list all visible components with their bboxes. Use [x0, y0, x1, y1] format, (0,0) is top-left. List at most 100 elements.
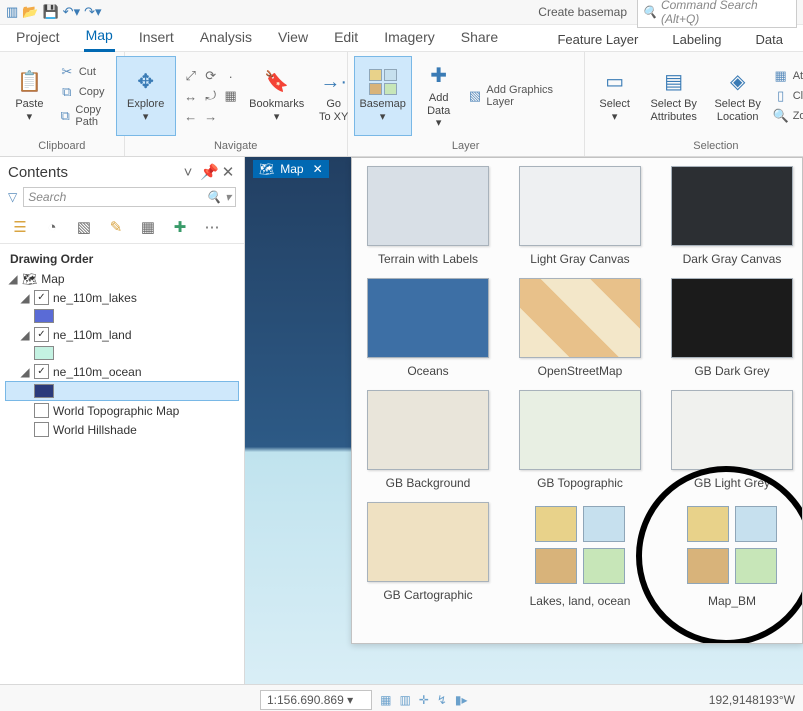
- tab-view[interactable]: View: [276, 25, 310, 51]
- tab-insert[interactable]: Insert: [137, 25, 176, 51]
- list-snapping-icon[interactable]: ▦: [138, 217, 158, 237]
- basemap-map-bm[interactable]: Map_BM: [668, 502, 796, 608]
- group-navigate: Navigate: [214, 138, 257, 156]
- checkbox[interactable]: [34, 422, 49, 437]
- basemap-gb-light[interactable]: GB Light Grey: [668, 390, 796, 490]
- basemap-gb-background[interactable]: GB Background: [364, 390, 492, 490]
- search-icon: 🔍: [642, 5, 657, 19]
- basemap-gallery: Terrain with Labels Light Gray Canvas Da…: [351, 157, 803, 644]
- paste-button[interactable]: 📋Paste▾: [6, 57, 53, 135]
- save-icon[interactable]: 💾: [42, 4, 58, 20]
- basemap-dark-gray[interactable]: Dark Gray Canvas: [668, 166, 796, 266]
- tree-symbol[interactable]: [6, 307, 238, 325]
- bookmarks-button[interactable]: 🔖Bookmarks▾: [246, 57, 308, 135]
- tab-imagery[interactable]: Imagery: [382, 25, 437, 51]
- cut-button[interactable]: ✂Cut: [57, 63, 118, 81]
- coordinates: 192,9148193°W: [709, 693, 795, 707]
- select-by-attributes-button[interactable]: ▤Select By Attributes: [643, 57, 705, 135]
- basemap-terrain-labels[interactable]: Terrain with Labels: [364, 166, 492, 266]
- new-project-icon[interactable]: ▥: [6, 4, 18, 20]
- map-view[interactable]: 🗺 Map ✕ Terrain with Labels Light Gray C…: [245, 157, 803, 684]
- attributes-button[interactable]: ▦Attributes: [771, 67, 803, 85]
- tab-map[interactable]: Map: [84, 23, 115, 52]
- basemap-light-gray[interactable]: Light Gray Canvas: [516, 166, 644, 266]
- group-layer: Layer: [452, 138, 480, 156]
- list-source-icon[interactable]: ◔: [42, 217, 62, 237]
- swatch: [34, 346, 54, 360]
- status-snap-icon[interactable]: ▥: [399, 693, 410, 707]
- contents-toolbar: ☰ ◔ ▧ ✎ ▦ ✚ ⋯: [0, 213, 244, 244]
- tree-layer[interactable]: ◢✓ne_110m_lakes: [6, 288, 238, 307]
- list-selection-icon[interactable]: ▧: [74, 217, 94, 237]
- undo-icon[interactable]: ↶▾: [63, 4, 80, 20]
- checkbox[interactable]: ✓: [34, 364, 49, 379]
- tree-layer[interactable]: ◢✓ne_110m_ocean: [6, 362, 238, 381]
- zoom-to-button[interactable]: 🔍Zoom To: [771, 107, 803, 125]
- select-by-location-button[interactable]: ◈Select By Location: [709, 57, 767, 135]
- basemap-osm[interactable]: OpenStreetMap: [516, 278, 644, 378]
- close-icon[interactable]: ✕: [310, 162, 326, 176]
- swatch: [34, 309, 54, 323]
- tab-project[interactable]: Project: [14, 25, 62, 51]
- basemap-gb-cartographic[interactable]: GB Cartographic: [364, 502, 492, 608]
- add-data-button[interactable]: ✚Add Data▾: [416, 57, 462, 135]
- tree-layer[interactable]: ◢World Topographic Map: [6, 401, 238, 420]
- status-constraints-icon[interactable]: ✛: [419, 693, 429, 707]
- list-drawing-order-icon[interactable]: ☰: [10, 217, 30, 237]
- select-button[interactable]: ▭Select▾: [591, 57, 639, 135]
- list-labeling-icon[interactable]: ✚: [170, 217, 190, 237]
- basemap-button[interactable]: Basemap▾: [354, 56, 412, 136]
- tree-symbol[interactable]: [6, 344, 238, 362]
- search-icon: 🔍: [206, 190, 221, 204]
- clear-button[interactable]: ▯Clear: [771, 87, 803, 105]
- basemap-gb-dark[interactable]: GB Dark Grey: [668, 278, 796, 378]
- list-editing-icon[interactable]: ✎: [106, 217, 126, 237]
- tab-analysis[interactable]: Analysis: [198, 25, 254, 51]
- tree-symbol[interactable]: [5, 381, 239, 401]
- tree-layer[interactable]: ◢World Hillshade: [6, 420, 238, 439]
- copy-path-button[interactable]: ⧉Copy Path: [57, 103, 118, 129]
- filter-icon[interactable]: ▽: [8, 190, 17, 204]
- add-graphics-layer-button[interactable]: ▧Add Graphics Layer: [466, 83, 578, 109]
- pane-pin-icon[interactable]: 📌: [200, 163, 216, 181]
- drawing-order-heading: Drawing Order: [0, 244, 244, 270]
- ctx-data[interactable]: Data: [750, 28, 789, 51]
- contents-search[interactable]: Search 🔍▾: [23, 187, 236, 207]
- command-search[interactable]: 🔍 Command Search (Alt+Q): [637, 0, 797, 28]
- scale-input[interactable]: 1:156.690.869 ▾: [260, 690, 372, 710]
- basemap-oceans[interactable]: Oceans: [364, 278, 492, 378]
- checkbox[interactable]: ✓: [34, 327, 49, 342]
- pane-menu-icon[interactable]: ˅: [180, 164, 196, 181]
- basemap-gb-topographic[interactable]: GB Topographic: [516, 390, 644, 490]
- open-icon[interactable]: 📂: [22, 4, 38, 20]
- contents-search-placeholder: Search: [28, 190, 66, 204]
- create-basemap-link[interactable]: Create basemap: [538, 5, 627, 19]
- ctx-feature-layer[interactable]: Feature Layer: [551, 28, 644, 51]
- copy-button[interactable]: ⧉Copy: [57, 83, 118, 101]
- swatch: [34, 384, 54, 398]
- tree-map-node[interactable]: ◢🗺Map: [6, 270, 238, 288]
- command-search-placeholder: Command Search (Alt+Q): [661, 0, 792, 26]
- tree-layer[interactable]: ◢✓ne_110m_land: [6, 325, 238, 344]
- group-selection: Selection: [693, 138, 738, 156]
- checkbox[interactable]: ✓: [34, 290, 49, 305]
- map-tab-icon: 🗺: [259, 162, 274, 176]
- contents-pane: Contents ˅ 📌 ✕ ▽ Search 🔍▾ ☰ ◔ ▧ ✎ ▦ ✚ ⋯…: [0, 157, 245, 684]
- list-more-icon[interactable]: ⋯: [202, 217, 222, 237]
- status-correction-icon[interactable]: ↯: [437, 693, 447, 707]
- checkbox[interactable]: [34, 403, 49, 418]
- ctx-labeling[interactable]: Labeling: [666, 28, 727, 51]
- contents-title: Contents: [8, 164, 68, 181]
- redo-icon[interactable]: ↷▾: [84, 4, 101, 20]
- tab-share[interactable]: Share: [459, 25, 500, 51]
- basemap-lakes-land-ocean[interactable]: Lakes, land, ocean: [516, 502, 644, 608]
- status-pause-icon[interactable]: ▮▸: [455, 693, 468, 707]
- explore-button[interactable]: ✥Explore▾: [116, 56, 176, 136]
- cut-icon: ✂: [59, 64, 75, 80]
- zoom-to-icon: 🔍: [773, 108, 789, 124]
- pane-close-icon[interactable]: ✕: [220, 163, 236, 181]
- tab-edit[interactable]: Edit: [332, 25, 360, 51]
- nav-tools[interactable]: ⤢⟳·↔⤾▦←→: [182, 67, 240, 125]
- status-grid-icon[interactable]: ▦: [380, 693, 391, 707]
- map-tab[interactable]: 🗺 Map ✕: [253, 160, 329, 178]
